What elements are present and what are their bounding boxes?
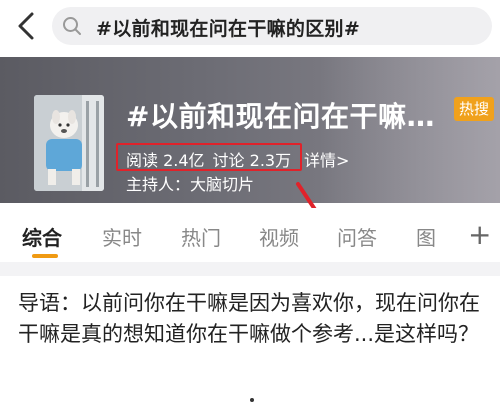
divider [0,262,500,276]
tab-images[interactable]: 图 [416,222,436,251]
back-arrow-icon[interactable] [12,10,42,42]
add-tab-button[interactable]: + [468,218,491,251]
tab-qa[interactable]: 问答 [337,222,377,251]
page-indicator-dot [250,398,254,402]
topic-host[interactable]: 主持人：大脑切片 [126,171,254,195]
topic-title: #以前和现在问在干嘛… [126,100,435,133]
search-input[interactable]: #以前和现在问在干嘛的区别# [52,7,492,45]
tab-realtime[interactable]: 实时 [102,222,142,251]
details-link[interactable]: 详情> [304,147,349,171]
active-tab-indicator [32,254,58,258]
search-query: #以前和现在问在干嘛的区别# [96,18,361,40]
top-bar: #以前和现在问在干嘛的区别# [0,0,500,52]
topic-thumbnail[interactable] [34,95,104,191]
tab-popular[interactable]: 热门 [181,222,221,251]
search-icon [62,16,82,36]
hot-badge: 热搜 [454,97,494,121]
topic-intro: 导语：以前问你在干嘛是因为喜欢你，现在问你在干嘛是真的想知道你在干嘛做个参考..… [18,291,480,346]
tab-comprehensive[interactable]: 综合 [22,222,62,251]
tab-video[interactable]: 视频 [259,222,299,251]
tab-bar: 综合 实时 热门 视频 问答 图 + [0,208,500,262]
highlight-box [116,143,302,171]
topic-header: #以前和现在问在干嘛… 热搜 阅读 2.4亿 讨论 2.3万 详情> 主持人：大脑… [0,57,500,203]
